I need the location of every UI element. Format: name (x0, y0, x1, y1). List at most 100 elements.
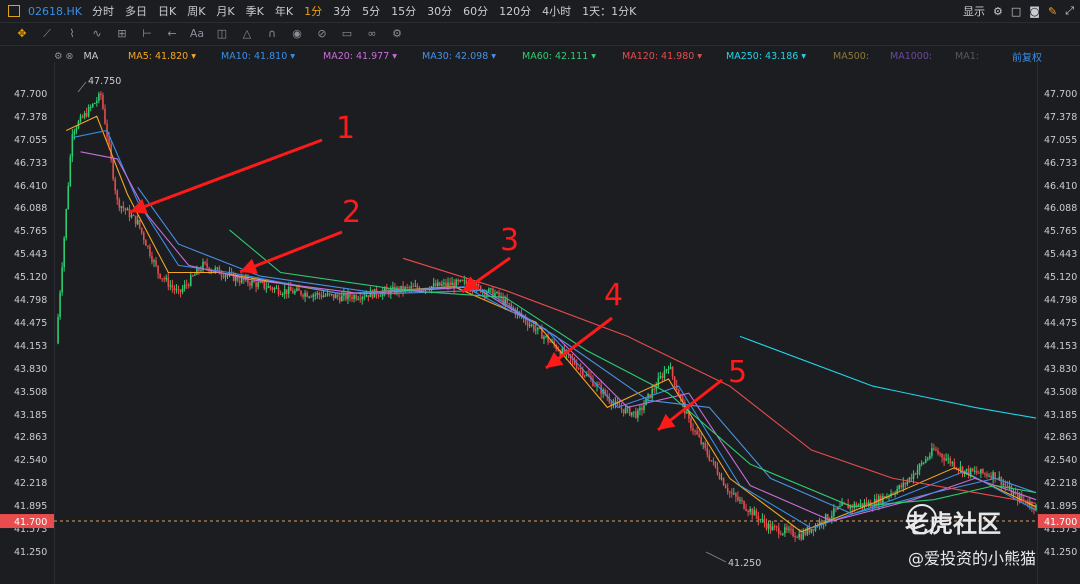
candle-body (200, 270, 202, 272)
candle-body (163, 278, 166, 280)
candle-body (775, 526, 778, 528)
candle-body (945, 458, 947, 461)
candle-body (96, 100, 98, 104)
candle-body (359, 298, 362, 300)
current-price-text-right: 41.700 (1044, 517, 1077, 528)
candle-body (986, 473, 988, 476)
candle-body (798, 533, 800, 538)
annotation-number: 2 (342, 195, 361, 230)
candle-body (412, 286, 415, 288)
candle-body (120, 206, 123, 208)
candle-body (408, 287, 411, 289)
candle-body (935, 449, 937, 451)
candle-body (912, 473, 915, 480)
candle-body (994, 472, 996, 479)
candle-body (112, 159, 114, 179)
candle-body (287, 287, 290, 294)
candle-body (635, 411, 637, 418)
candle-body (240, 277, 243, 283)
candle-body (583, 375, 586, 377)
candle-body (951, 461, 954, 464)
candle-body (175, 289, 178, 291)
candle-body (653, 389, 656, 391)
candle-body (85, 112, 88, 117)
candle-body (526, 322, 529, 326)
candle-body (624, 407, 627, 414)
candle-body (279, 293, 282, 295)
candle-body (549, 341, 551, 343)
candle-body (622, 409, 625, 414)
ma-line-ma20 (80, 151, 1037, 522)
candle-body (722, 478, 725, 486)
candle-body (575, 364, 578, 369)
candle-body (929, 455, 931, 459)
candle-body (947, 458, 950, 460)
candle-body (257, 282, 259, 287)
candle-body (941, 454, 943, 458)
candle-body (298, 288, 300, 291)
candle-body (1022, 499, 1025, 501)
candle-body (782, 533, 784, 535)
candle-body (204, 261, 206, 264)
ma-line-ma60 (229, 229, 1037, 508)
candle-body (710, 460, 713, 462)
candle-body (1020, 495, 1023, 500)
candle-body (447, 282, 449, 287)
annotation-number: 5 (728, 355, 747, 390)
candle-body (363, 296, 366, 298)
candle-body (126, 208, 129, 211)
candle-body (263, 282, 266, 289)
candle-body (102, 95, 104, 109)
candle-body (1010, 486, 1013, 495)
candle-body (187, 284, 190, 286)
candle-body (79, 116, 82, 122)
candle-body (165, 277, 168, 280)
candle-body (81, 116, 84, 118)
candle-body (275, 287, 278, 289)
candle-body (124, 208, 127, 211)
candle-body (686, 411, 688, 414)
candle-body (698, 434, 700, 438)
candle-body (441, 284, 443, 286)
candle-body (769, 523, 772, 531)
candle-body (1004, 483, 1007, 486)
candle-body (253, 280, 255, 283)
candle-body (949, 458, 952, 464)
candle-body (338, 296, 341, 302)
candle-body (147, 245, 149, 247)
annotation-arrowhead (658, 413, 676, 430)
annotation-number: 4 (604, 278, 623, 313)
candle-body (312, 294, 315, 298)
candle-body (318, 293, 321, 296)
candle-body (436, 282, 439, 286)
candle-body (745, 508, 747, 511)
candle-body (980, 469, 982, 474)
candle-body (336, 294, 339, 297)
candle-body (145, 240, 147, 246)
price-chart[interactable]: 41.700 41.700 47.750 41.250 1 2 3 4 5 (0, 0, 1080, 584)
candle-body (136, 219, 139, 225)
candle-body (457, 279, 460, 282)
candle-body (665, 369, 668, 372)
candle-body (206, 263, 208, 268)
candle-body (138, 219, 141, 228)
candle-body (926, 458, 929, 460)
candle-body (355, 295, 357, 300)
candle-body (804, 531, 807, 535)
candle-body (89, 106, 92, 108)
candle-body (643, 405, 645, 411)
candle-body (773, 526, 776, 528)
candle-body (334, 294, 337, 299)
candle-body (328, 293, 331, 295)
candle-body (530, 324, 533, 326)
candle-body (508, 302, 511, 305)
candle-body (322, 295, 325, 298)
candle-body (937, 450, 939, 454)
high-label: 47.750 (88, 76, 121, 87)
candle-body (943, 457, 945, 461)
candle-body (759, 519, 762, 521)
candle-body (488, 288, 490, 293)
candle-body (377, 295, 380, 297)
candle-body (463, 280, 466, 282)
candle-body (108, 136, 110, 145)
